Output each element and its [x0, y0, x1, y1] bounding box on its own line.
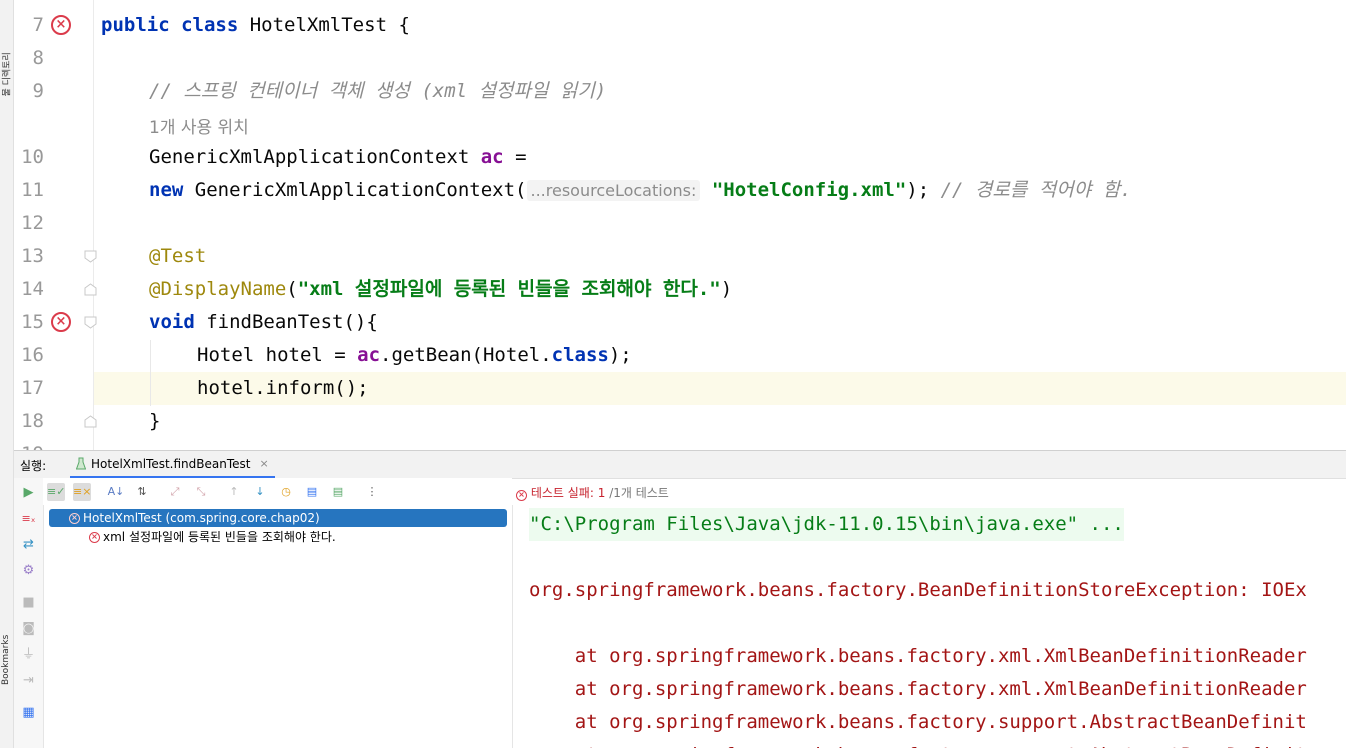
- plug-icon[interactable]: ⏚: [21, 647, 36, 662]
- fold-marker-icon[interactable]: [84, 250, 97, 263]
- line-number: 18: [21, 410, 44, 432]
- code-line-18[interactable]: }: [149, 405, 160, 438]
- test-results-tree: × HotelXmlTest (com.spring.core.chap02) …: [43, 505, 513, 748]
- line-number: 9: [32, 80, 44, 102]
- run-tab-title: HotelXmlTest.findBeanTest: [91, 456, 251, 471]
- failed-icon: ×: [89, 531, 100, 543]
- fold-marker-icon[interactable]: [84, 316, 97, 329]
- line-number: 13: [21, 245, 44, 267]
- failed-icon: ×: [69, 512, 80, 524]
- more-options-icon[interactable]: ⋮: [363, 483, 381, 501]
- line-number: 16: [21, 344, 44, 366]
- code-line-17[interactable]: hotel.inform();: [197, 372, 369, 405]
- console-output[interactable]: "C:\Program Files\Java\jdk-11.0.15\bin\j…: [513, 505, 1346, 748]
- show-ignored-icon[interactable]: ≡×: [73, 483, 91, 501]
- console-line: org.springframework.beans.factory.BeanDe…: [529, 579, 1307, 601]
- console-line: at org.springframework.beans.factory.sup…: [529, 711, 1307, 733]
- sort-duration-icon[interactable]: ⇅: [133, 483, 151, 501]
- console-line: at org.springframework.beans.factory.xml…: [529, 678, 1307, 700]
- show-passed-icon[interactable]: ≡✓: [47, 483, 65, 501]
- collapse-all-icon[interactable]: ⤡: [192, 483, 210, 501]
- console-line: at org.springframework.beans.factory.sup…: [529, 739, 1307, 748]
- tree-item-label: xml 설정파일에 등록된 빈들을 조회해야 한다.: [103, 530, 336, 544]
- line-number: 8: [32, 47, 44, 69]
- test-class-node[interactable]: × HotelXmlTest (com.spring.core.chap02): [49, 509, 507, 527]
- line-number: 7: [32, 14, 44, 36]
- code-line-7[interactable]: public class HotelXmlTest {: [101, 9, 410, 42]
- rerun-icon[interactable]: ▶: [21, 485, 36, 500]
- line-number: 17: [21, 377, 44, 399]
- exit-icon[interactable]: ⇥: [21, 673, 36, 688]
- toggle-auto-test-icon[interactable]: ⇄: [21, 537, 36, 552]
- console-line: "C:\Program Files\Java\jdk-11.0.15\bin\j…: [529, 508, 1124, 541]
- code-line-14[interactable]: @DisplayName("xml 설정파일에 등록된 빈들을 조회해야 한다.…: [149, 273, 732, 306]
- test-method-node[interactable]: × xml 설정파일에 등록된 빈들을 조회해야 한다.: [89, 528, 336, 546]
- parameter-hint: ...resourceLocations:: [526, 180, 701, 201]
- line-number: 12: [21, 212, 44, 234]
- line-number: 15: [21, 311, 44, 333]
- rerun-failed-icon[interactable]: ≡ₓ: [21, 511, 36, 526]
- usage-inlay-hint[interactable]: 1개 사용 위치: [149, 113, 249, 138]
- fold-end-icon[interactable]: [84, 283, 97, 296]
- sort-alpha-icon[interactable]: A↓: [107, 483, 125, 501]
- test-runner-toolbar: ≡✓ ≡× A↓ ⇅ ⤢ ⤡ ↑ ↓ ◷ ▤ ▤ ⋮: [43, 478, 512, 505]
- layout-icon[interactable]: ▦: [21, 705, 36, 720]
- line-number: 19: [14, 438, 44, 450]
- import-results-icon[interactable]: ▤: [303, 483, 321, 501]
- run-label: 실행:: [20, 459, 47, 473]
- test-error-icon[interactable]: ×: [51, 15, 71, 35]
- expand-all-icon[interactable]: ⤢: [166, 483, 184, 501]
- history-icon[interactable]: ◷: [277, 483, 295, 501]
- next-failed-icon[interactable]: ↓: [251, 483, 269, 501]
- left-tool-strip: 물 디렉토리 Bookmarks: [0, 0, 14, 748]
- console-line: at org.springframework.beans.factory.xml…: [529, 645, 1307, 667]
- tree-item-label: HotelXmlTest (com.spring.core.chap02): [83, 511, 320, 525]
- code-line-11[interactable]: new GenericXmlApplicationContext(...reso…: [149, 174, 1132, 207]
- code-line-13-annotation[interactable]: @Test: [149, 240, 206, 273]
- code-line-15[interactable]: void findBeanTest(){: [149, 306, 378, 339]
- export-results-icon[interactable]: ▤: [329, 483, 347, 501]
- test-status: × 테스트 실패: 1 /1개 테스트: [516, 484, 669, 501]
- settings-gear-icon[interactable]: ⚙: [21, 563, 36, 578]
- code-line-9-comment[interactable]: // 스프링 컨테이너 객체 생성 (xml 설정파일 읽기): [149, 75, 606, 108]
- project-tool-label[interactable]: 물 디렉토리: [0, 52, 13, 96]
- camera-icon[interactable]: ◙: [21, 621, 36, 636]
- run-side-toolbar: ▶ ≡ₓ ⇄ ⚙ ■ ◙ ⏚ ⇥ ▦: [14, 478, 44, 748]
- stop-icon[interactable]: ■: [21, 595, 36, 610]
- indent-guide: [150, 340, 151, 406]
- code-line-10[interactable]: GenericXmlApplicationContext ac =: [149, 141, 527, 174]
- fold-end-icon[interactable]: [84, 415, 97, 428]
- run-tab[interactable]: HotelXmlTest.findBeanTest ×: [70, 451, 275, 478]
- failed-icon: ×: [516, 490, 527, 501]
- run-panel-header: 실행: HotelXmlTest.findBeanTest ×: [14, 451, 1346, 479]
- bookmarks-tool-label[interactable]: Bookmarks: [1, 635, 11, 685]
- line-number: 11: [21, 179, 44, 201]
- prev-failed-icon[interactable]: ↑: [225, 483, 243, 501]
- close-tab-icon[interactable]: ×: [259, 457, 268, 470]
- line-number: 10: [21, 146, 44, 168]
- test-flask-icon: [76, 457, 86, 469]
- test-error-icon[interactable]: ×: [51, 312, 71, 332]
- line-number: 14: [21, 278, 44, 300]
- code-line-16[interactable]: Hotel hotel = ac.getBean(Hotel.class);: [197, 339, 632, 372]
